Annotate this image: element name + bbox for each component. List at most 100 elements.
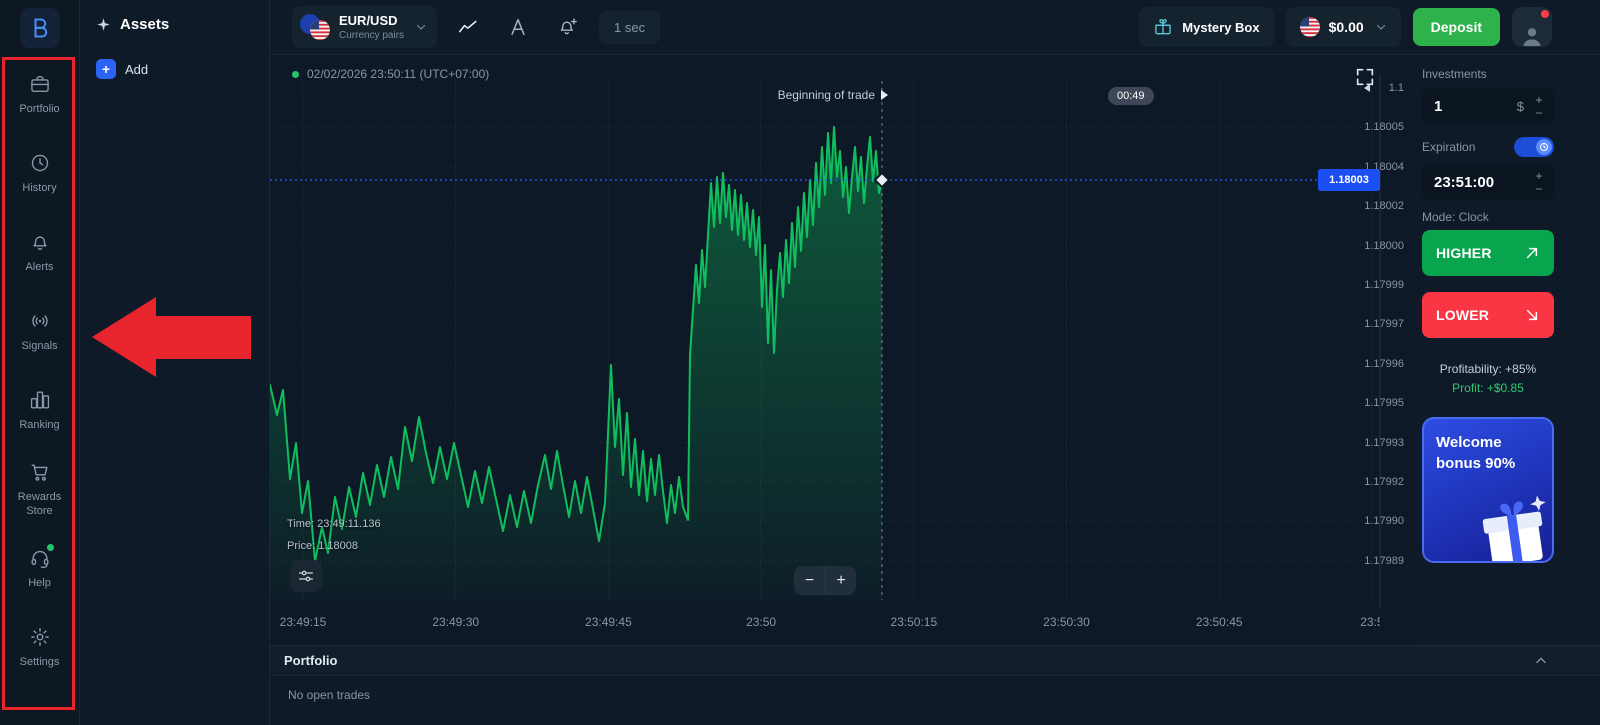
sidebar-item-alerts[interactable]: Alerts bbox=[0, 213, 79, 292]
trading-app: Portfolio History Alerts Signals Ranking… bbox=[0, 0, 1600, 725]
investment-value: 1 bbox=[1434, 98, 1517, 115]
portfolio-title: Portfolio bbox=[284, 653, 337, 668]
sidebar-item-label: Portfolio bbox=[19, 102, 59, 116]
gift-box-icon bbox=[1467, 485, 1554, 563]
higher-label: HIGHER bbox=[1436, 245, 1492, 261]
assets-panel: Assets + Add bbox=[80, 0, 270, 725]
trade-panel: Investments 1 $ + − Expiration bbox=[1410, 55, 1600, 645]
portfolio-empty-state: No open trades bbox=[270, 676, 1600, 702]
crosshair-time: Time: 23:49:11.136 bbox=[287, 513, 381, 535]
content-mid: 02/02/2026 23:50:11 (UTC+07:00) Beginnin… bbox=[270, 55, 1600, 645]
arrow-down-right-icon bbox=[1524, 307, 1540, 323]
zoom-in-button[interactable]: + bbox=[825, 566, 856, 595]
toggle-knob bbox=[1536, 139, 1552, 155]
topbar: EUR/USD Currency pairs 1 sec Mystery Box bbox=[270, 0, 1600, 55]
lower-label: LOWER bbox=[1436, 307, 1489, 323]
sidebar-item-signals[interactable]: Signals bbox=[0, 292, 79, 371]
us-flag-icon bbox=[1300, 17, 1320, 37]
arrow-up-right-icon bbox=[1524, 245, 1540, 261]
sidebar: Portfolio History Alerts Signals Ranking… bbox=[0, 0, 80, 725]
expiration-mode-toggle[interactable] bbox=[1514, 137, 1554, 157]
online-status-dot bbox=[47, 544, 54, 551]
profit-info: Profitability: +85% Profit: +$0.85 bbox=[1422, 362, 1554, 395]
countdown-badge: 00:49 bbox=[1108, 87, 1154, 105]
bar-columns-icon bbox=[29, 389, 51, 411]
bonus-title: Welcome bonus 90% bbox=[1436, 432, 1536, 474]
mystery-box-label: Mystery Box bbox=[1182, 20, 1259, 35]
expiration-label: Expiration bbox=[1422, 140, 1475, 154]
deposit-button[interactable]: Deposit bbox=[1413, 8, 1500, 46]
expiration-mode-label: Mode: Clock bbox=[1422, 210, 1554, 224]
profit-text: Profit: +$0.85 bbox=[1422, 381, 1554, 395]
sidebar-item-help[interactable]: Help bbox=[0, 529, 79, 608]
chevron-down-icon bbox=[1375, 21, 1387, 33]
lower-button[interactable]: LOWER bbox=[1422, 292, 1554, 338]
higher-button[interactable]: HIGHER bbox=[1422, 230, 1554, 276]
plus-icon: + bbox=[96, 59, 116, 79]
headset-icon bbox=[29, 547, 51, 569]
price-alert-button[interactable] bbox=[549, 8, 587, 46]
increment-button[interactable]: + bbox=[1531, 93, 1547, 106]
timestamp-text: 02/02/2026 23:50:11 (UTC+07:00) bbox=[307, 67, 489, 81]
brand-icon bbox=[28, 16, 52, 40]
drawing-tool-icon bbox=[507, 16, 529, 38]
assets-header: Assets bbox=[80, 14, 269, 53]
profile-avatar[interactable] bbox=[1512, 7, 1552, 47]
bell-icon bbox=[29, 231, 51, 253]
sidebar-item-label: Alerts bbox=[25, 260, 53, 274]
pair-name: EUR/USD bbox=[339, 13, 404, 29]
add-asset-label: Add bbox=[125, 62, 148, 77]
person-icon bbox=[1519, 23, 1545, 47]
zoom-controls: − + bbox=[794, 566, 856, 595]
expiration-row: Expiration bbox=[1422, 137, 1554, 157]
sidebar-item-portfolio[interactable]: Portfolio bbox=[0, 55, 79, 134]
increment-button[interactable]: + bbox=[1531, 169, 1547, 182]
chevron-up-icon bbox=[1534, 654, 1548, 668]
line-chart-icon bbox=[457, 16, 479, 38]
welcome-bonus-banner[interactable]: Welcome bonus 90% bbox=[1422, 417, 1554, 563]
chart-settings-button[interactable] bbox=[290, 560, 322, 592]
portfolio-header: Portfolio bbox=[270, 646, 1600, 676]
portfolio-collapse-button[interactable] bbox=[1534, 654, 1548, 668]
main-content: EUR/USD Currency pairs 1 sec Mystery Box bbox=[270, 0, 1600, 725]
sidebar-item-settings[interactable]: Settings bbox=[0, 608, 79, 687]
gift-icon bbox=[1153, 17, 1173, 37]
chevron-down-icon bbox=[415, 21, 427, 33]
bell-plus-icon bbox=[557, 16, 579, 38]
sidebar-item-rewards-store[interactable]: Rewards Store bbox=[0, 450, 79, 529]
pair-flags-icon bbox=[300, 14, 330, 40]
expiration-value: 23:51:00 bbox=[1434, 174, 1531, 191]
us-flag-icon bbox=[310, 20, 330, 40]
expiration-input[interactable]: 23:51:00 + − bbox=[1422, 164, 1554, 200]
sidebar-item-history[interactable]: History bbox=[0, 134, 79, 213]
pair-subtitle: Currency pairs bbox=[339, 30, 404, 41]
sidebar-item-label: Ranking bbox=[19, 418, 59, 432]
profitability-text: Profitability: +85% bbox=[1422, 362, 1554, 376]
zoom-out-button[interactable]: − bbox=[794, 566, 825, 595]
app-logo[interactable] bbox=[20, 8, 60, 48]
beginning-of-trade-label: Beginning of trade bbox=[270, 88, 888, 102]
chart-area: 02/02/2026 23:50:11 (UTC+07:00) Beginnin… bbox=[270, 55, 1410, 645]
decrement-button[interactable]: − bbox=[1531, 106, 1547, 119]
briefcase-icon bbox=[29, 73, 51, 95]
assets-icon bbox=[96, 17, 111, 32]
chart-timestamp: 02/02/2026 23:50:11 (UTC+07:00) bbox=[292, 67, 489, 81]
sidebar-item-label: Signals bbox=[21, 339, 57, 353]
timeframe-selector[interactable]: 1 sec bbox=[599, 11, 660, 44]
drawing-tools-button[interactable] bbox=[499, 8, 537, 46]
investments-label: Investments bbox=[1422, 67, 1554, 81]
crosshair-info: Time: 23:49:11.136 Price: 1.18008 bbox=[287, 513, 381, 557]
chart-type-button[interactable] bbox=[449, 8, 487, 46]
assets-title: Assets bbox=[120, 16, 169, 33]
investment-input[interactable]: 1 $ + − bbox=[1422, 88, 1554, 124]
sidebar-item-ranking[interactable]: Ranking bbox=[0, 371, 79, 450]
clock-icon bbox=[29, 152, 51, 174]
balance-amount: $0.00 bbox=[1329, 19, 1364, 35]
account-balance-selector[interactable]: $0.00 bbox=[1286, 7, 1401, 47]
price-chart[interactable] bbox=[270, 55, 1410, 645]
currency-symbol: $ bbox=[1517, 99, 1524, 114]
currency-pair-selector[interactable]: EUR/USD Currency pairs bbox=[292, 6, 437, 48]
add-asset-button[interactable]: + Add bbox=[80, 53, 269, 85]
mystery-box-button[interactable]: Mystery Box bbox=[1139, 7, 1273, 47]
decrement-button[interactable]: − bbox=[1531, 182, 1547, 195]
